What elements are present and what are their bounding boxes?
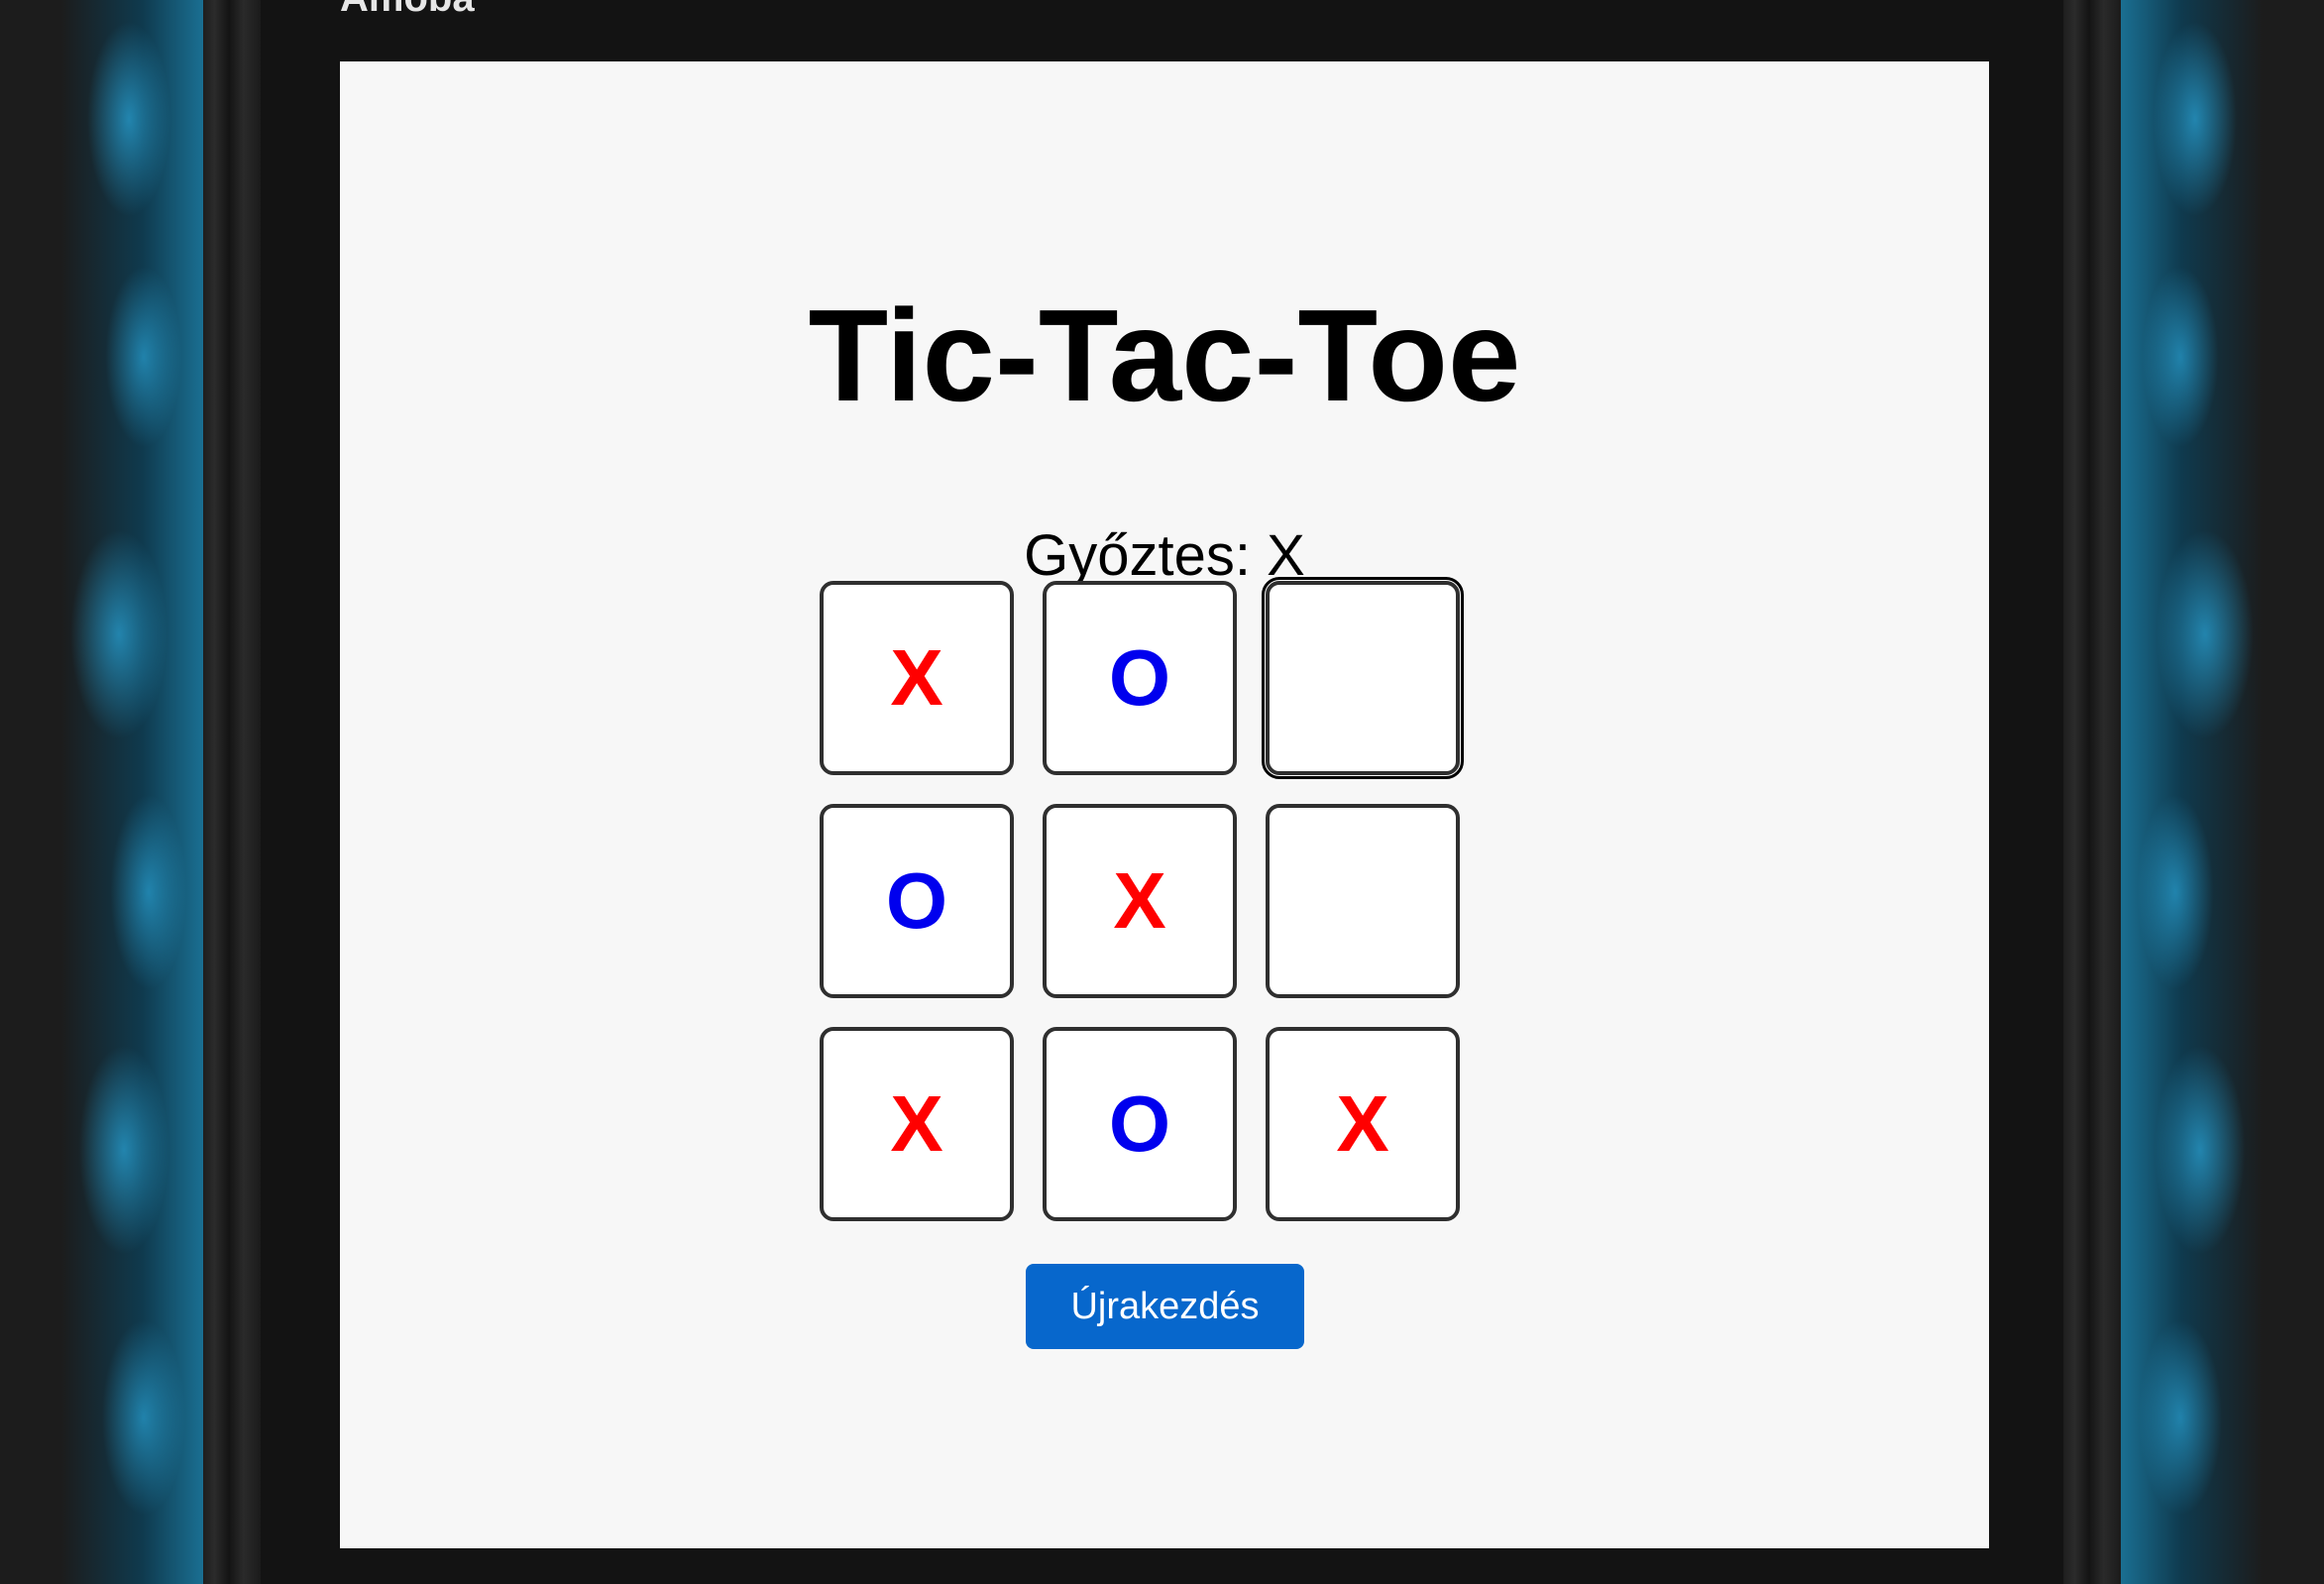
board-cell-5[interactable]: X: [1043, 804, 1237, 998]
app-title: Amoba: [340, 0, 475, 18]
board-cell-6[interactable]: [1266, 804, 1460, 998]
restart-button[interactable]: Újrakezdés: [1026, 1264, 1304, 1349]
board-cell-3[interactable]: [1262, 577, 1464, 779]
board-cell-7[interactable]: X: [820, 1027, 1014, 1221]
game-panel: Tic-Tac-Toe Győztes: X X O O X X O X Újr…: [340, 61, 1989, 1548]
board-cell-1[interactable]: X: [820, 581, 1014, 775]
game-board: X O O X X O X: [820, 577, 1509, 1271]
right-background-decoration: [2121, 0, 2324, 1584]
right-frame-rail: [2063, 0, 2121, 1584]
board-cell-9[interactable]: X: [1266, 1027, 1460, 1221]
game-heading: Tic-Tac-Toe: [808, 283, 1521, 428]
left-background-decoration: [0, 0, 203, 1584]
board-cell-2[interactable]: O: [1043, 581, 1237, 775]
board-cell-4[interactable]: O: [820, 804, 1014, 998]
board-cell-8[interactable]: O: [1043, 1027, 1237, 1221]
left-frame-rail: [203, 0, 261, 1584]
